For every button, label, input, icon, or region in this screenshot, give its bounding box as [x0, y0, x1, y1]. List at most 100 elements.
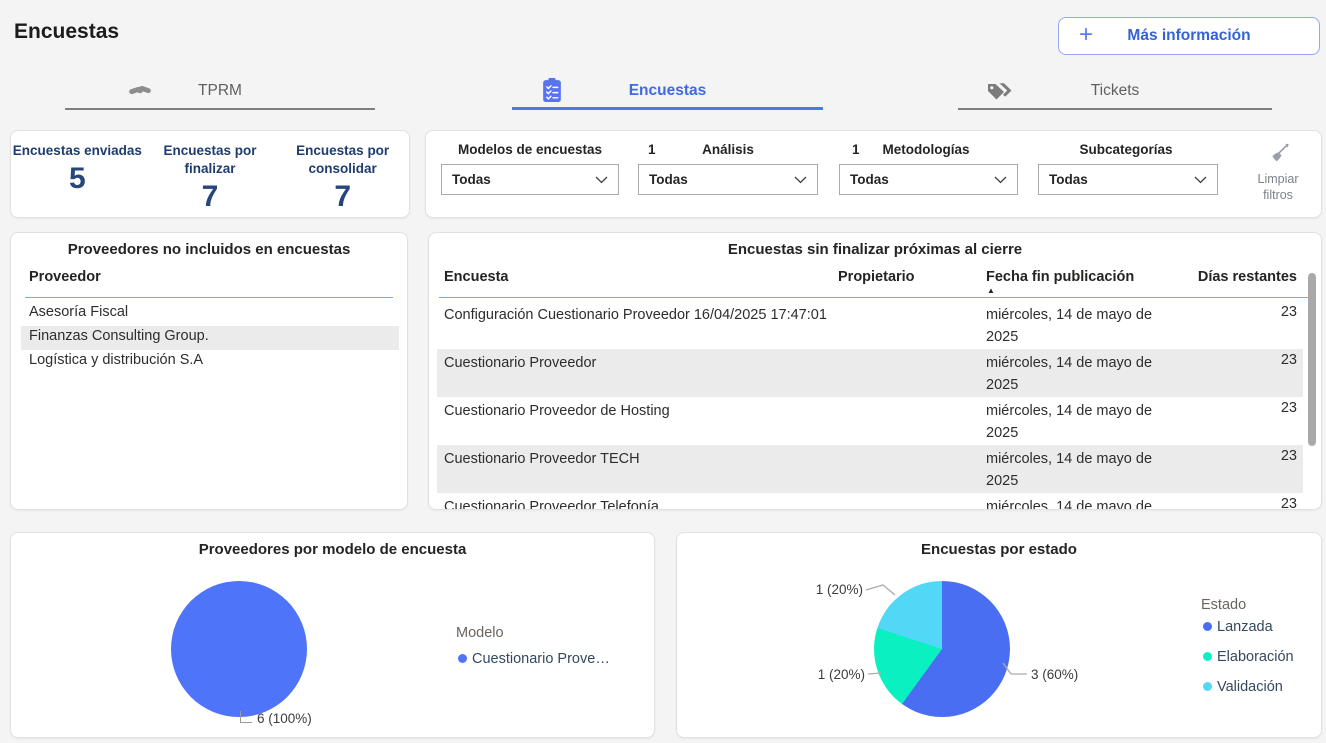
tab-encuestas-label: Encuestas	[512, 82, 823, 100]
filter-card: Modelos de encuestas 1 Análisis 1 Metodo…	[425, 130, 1322, 218]
cell-fecha: miércoles, 14 de mayo de 2025	[986, 448, 1158, 492]
cell-encuesta: Cuestionario Proveedor TECH	[444, 448, 836, 470]
column-header-dias[interactable]: Días restantes	[1198, 269, 1297, 285]
table-row[interactable]: Cuestionario Proveedor miércoles, 14 de …	[437, 349, 1303, 397]
kpi-por-consolidar: Encuestas por consolidar 7	[276, 131, 409, 217]
cell-fecha: miércoles, 14 de mayo de 2025	[986, 496, 1158, 510]
dropdown-value: Todas	[452, 172, 595, 187]
legend-dot	[458, 654, 467, 663]
data-label: 1 (20%)	[799, 667, 865, 682]
data-label: 6 (100%)	[257, 711, 312, 726]
dashboard: Encuestas + Más información TPRM	[0, 0, 1326, 743]
column-header-propietario[interactable]: Propietario	[838, 269, 915, 285]
dropdown-modelos[interactable]: Todas	[441, 164, 619, 195]
dropdown-value: Todas	[1049, 172, 1194, 187]
legend-dot	[1203, 622, 1212, 631]
slicer-title-subcategorias: Subcategorías	[1079, 142, 1172, 157]
cell-dias: 23	[1281, 352, 1297, 368]
table-row[interactable]: Cuestionario Proveedor Telefonía miércol…	[437, 493, 1303, 510]
cell-encuesta: Cuestionario Proveedor de Hosting	[444, 400, 836, 422]
legend-item[interactable]: Elaboración	[1203, 648, 1294, 666]
legend-item[interactable]: Cuestionario Prove…	[458, 650, 610, 668]
tab-tickets-label: Tickets	[958, 82, 1272, 100]
table-row[interactable]: Logística y distribución S.A	[21, 350, 399, 374]
table-row[interactable]: Configuración Cuestionario Proveedor 16/…	[437, 301, 1303, 349]
tab-tprm-label: TPRM	[65, 82, 375, 100]
table-row[interactable]: Cuestionario Proveedor TECH miércoles, 1…	[437, 445, 1303, 493]
cell-fecha: miércoles, 14 de mayo de 2025	[986, 400, 1158, 444]
cell-dias: 23	[1281, 304, 1297, 320]
legend-title: Modelo	[456, 625, 504, 641]
header-divider	[25, 297, 393, 298]
legend-label: Elaboración	[1217, 649, 1294, 665]
chart-title: Encuestas por estado	[677, 541, 1321, 558]
pie-chart[interactable]	[874, 581, 1010, 717]
legend-title: Estado	[1201, 597, 1246, 613]
legend-label: Lanzada	[1217, 619, 1273, 635]
slicer-badge-analisis: 1	[648, 142, 656, 157]
chart-encuestas-por-estado: Encuestas por estado 1 (20%) 1 (20%) 3 (…	[676, 532, 1322, 738]
providers-panel-title: Proveedores no incluidos en encuestas	[11, 241, 407, 258]
chevron-down-icon	[1194, 171, 1207, 189]
cell-dias: 23	[1281, 448, 1297, 464]
kpi-label: Encuestas enviadas	[11, 142, 144, 160]
vertical-scrollbar[interactable]	[1308, 273, 1316, 446]
table-row[interactable]: Finanzas Consulting Group.	[21, 326, 399, 350]
chevron-down-icon	[794, 171, 807, 189]
tab-tprm[interactable]: TPRM	[65, 74, 375, 110]
cell-encuesta: Configuración Cuestionario Proveedor 16/…	[444, 304, 836, 326]
dropdown-analisis[interactable]: Todas	[638, 164, 818, 195]
surveys-panel-title: Encuestas sin finalizar próximas al cier…	[429, 241, 1321, 258]
cell-fecha: miércoles, 14 de mayo de 2025	[986, 352, 1158, 396]
legend-label: Validación	[1217, 679, 1283, 695]
chart-proveedores-por-modelo: Proveedores por modelo de encuesta 6 (10…	[10, 532, 655, 738]
cell-dias: 23	[1281, 400, 1297, 416]
kpi-value: 7	[276, 180, 409, 213]
kpi-label: Encuestas por consolidar	[276, 142, 409, 178]
page-title: Encuestas	[14, 20, 119, 44]
label-leader-line	[240, 711, 252, 723]
kpi-por-finalizar: Encuestas por finalizar 7	[144, 131, 277, 217]
column-header-encuesta[interactable]: Encuesta	[444, 269, 508, 285]
data-label: 1 (20%)	[797, 582, 863, 597]
cell-dias: 23	[1281, 496, 1297, 510]
slicer-badge-metodologias: 1	[852, 142, 860, 157]
legend-item[interactable]: Validación	[1203, 678, 1283, 696]
kpi-value: 7	[144, 180, 277, 213]
surveys-panel: Encuestas sin finalizar próximas al cier…	[428, 232, 1322, 510]
clear-filters-button[interactable]: Limpiar filtros	[1246, 143, 1310, 203]
kpi-enviadas: Encuestas enviadas 5	[11, 131, 144, 217]
clear-filters-label: Limpiar filtros	[1246, 172, 1310, 203]
pie-chart[interactable]	[171, 581, 307, 717]
legend-label: Cuestionario Prove…	[472, 651, 610, 667]
sort-ascending-icon: ▲	[987, 286, 995, 295]
column-header-fecha[interactable]: Fecha fin publicación	[986, 269, 1134, 285]
dropdown-value: Todas	[649, 172, 794, 187]
data-label: 3 (60%)	[1031, 667, 1078, 682]
kpi-value: 5	[11, 162, 144, 195]
cell-encuesta: Cuestionario Proveedor Telefonía	[444, 496, 836, 510]
table-row[interactable]: Asesoría Fiscal	[21, 302, 399, 326]
more-info-button[interactable]: + Más información	[1058, 17, 1320, 55]
dropdown-metodologias[interactable]: Todas	[839, 164, 1018, 195]
header-divider	[439, 297, 1309, 298]
providers-panel: Proveedores no incluidos en encuestas Pr…	[10, 232, 408, 510]
more-info-label: Más información	[1059, 18, 1319, 54]
dropdown-value: Todas	[850, 172, 994, 187]
slicer-title-modelos: Modelos de encuestas	[458, 142, 602, 157]
chart-title: Proveedores por modelo de encuesta	[11, 541, 654, 558]
cell-encuesta: Cuestionario Proveedor	[444, 352, 836, 374]
plus-icon: +	[1079, 21, 1093, 49]
slicer-title-metodologias: Metodologías	[883, 142, 970, 157]
dropdown-subcategorias[interactable]: Todas	[1038, 164, 1218, 195]
kpi-label: Encuestas por finalizar	[144, 142, 277, 178]
slicer-title-analisis: Análisis	[702, 142, 754, 157]
legend-dot	[1203, 652, 1212, 661]
column-header-proveedor[interactable]: Proveedor	[29, 269, 101, 285]
legend-item[interactable]: Lanzada	[1203, 618, 1273, 636]
tab-tickets[interactable]: Tickets	[958, 74, 1272, 110]
table-row[interactable]: Cuestionario Proveedor de Hosting miérco…	[437, 397, 1303, 445]
chevron-down-icon	[595, 171, 608, 189]
tab-encuestas[interactable]: Encuestas	[512, 74, 823, 110]
chevron-down-icon	[994, 171, 1007, 189]
